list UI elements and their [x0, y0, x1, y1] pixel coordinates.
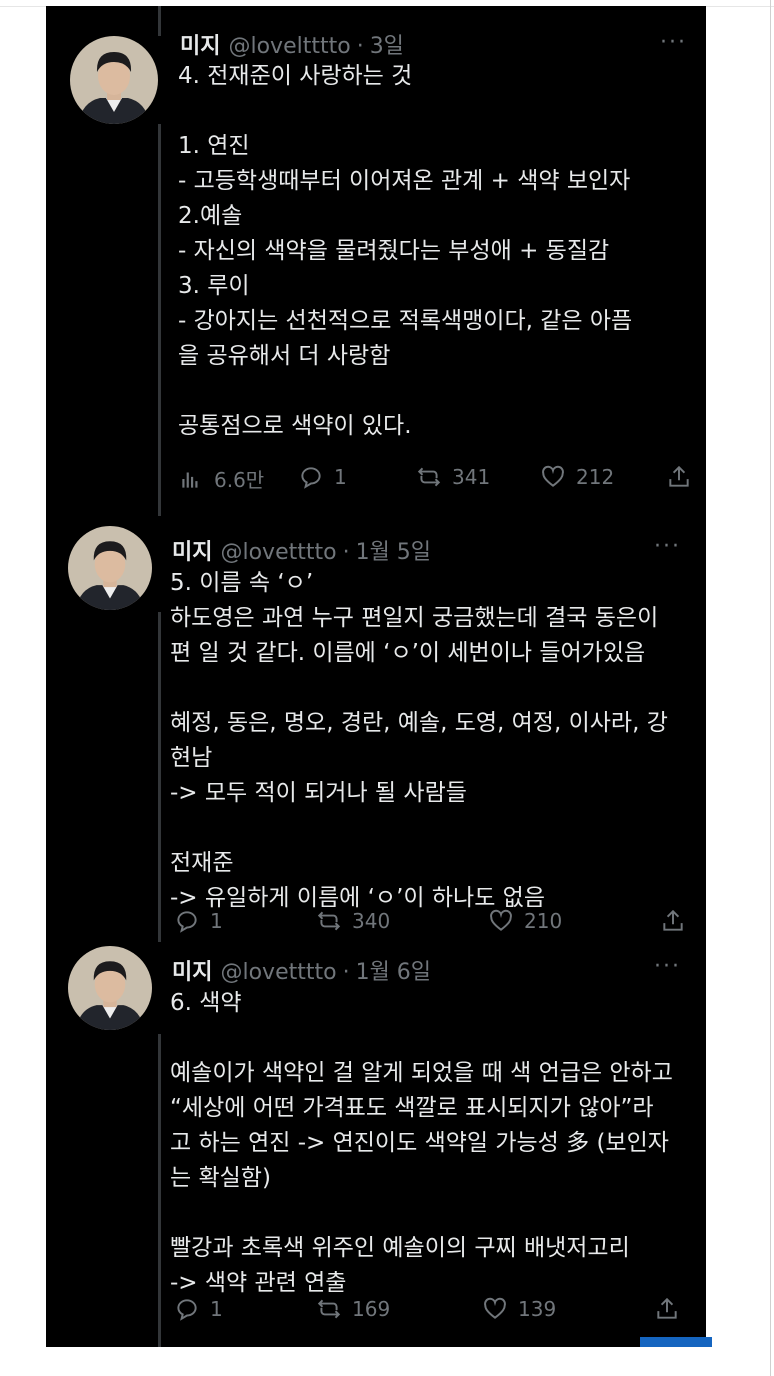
reply-count: 1: [210, 1297, 223, 1321]
like-count: 139: [518, 1297, 557, 1321]
share-icon: [663, 909, 683, 931]
separator-dot: ·: [342, 960, 350, 985]
retweet-button[interactable]: 341: [416, 464, 490, 490]
tweet-header: 미지 @lovetttto · 1월 6일: [172, 954, 431, 986]
retweet-icon: [317, 911, 341, 931]
like-button[interactable]: 139: [482, 1296, 556, 1322]
retweet-count: 340: [352, 909, 391, 933]
like-count: 210: [524, 909, 563, 933]
timestamp[interactable]: 1월 5일: [356, 534, 431, 566]
heart-icon: [484, 1297, 506, 1319]
timestamp[interactable]: 3일: [370, 28, 404, 60]
retweet-button[interactable]: 169: [316, 1296, 390, 1322]
reply-icon: [301, 467, 321, 489]
tweet-text: 6. 색약 예솔이가 색약인 걸 알게 되었을 때 색 언급은 안하고 “세상에…: [170, 990, 673, 1296]
avatar[interactable]: [68, 946, 152, 1030]
user-handle[interactable]: @lovetttto: [220, 540, 336, 565]
reply-count: 1: [334, 465, 347, 489]
separator-dot: ·: [356, 34, 364, 59]
retweet-icon: [417, 467, 441, 487]
share-icon: [669, 465, 689, 487]
more-options-button[interactable]: ···: [654, 534, 681, 559]
share-button[interactable]: [666, 464, 692, 494]
display-name[interactable]: 미지: [172, 534, 212, 566]
share-button[interactable]: [660, 908, 686, 938]
like-button[interactable]: 212: [540, 464, 614, 490]
heart-icon: [542, 465, 564, 487]
user-handle[interactable]: @loveltttto: [228, 34, 350, 59]
display-name[interactable]: 미지: [172, 954, 212, 986]
page-right-border: [770, 0, 771, 1376]
tweet-header: 미지 @loveltttto · 3일: [180, 28, 404, 60]
like-button[interactable]: 210: [488, 908, 562, 934]
retweet-icon: [317, 1299, 341, 1319]
reply-icon: [177, 1299, 197, 1321]
reply-button[interactable]: 1: [174, 908, 223, 934]
views-icon: [182, 472, 198, 488]
more-options-button[interactable]: ···: [660, 30, 687, 55]
tweet-actions: 1 169 139: [170, 1292, 690, 1332]
tweet[interactable]: 미지 @lovetttto · 1월 5일 ··· 5. 이름 속 ‘ㅇ’ 하도…: [46, 516, 706, 936]
reply-icon: [177, 911, 197, 933]
tweet-text: 4. 전재준이 사랑하는 것 1. 연진 - 고등학생때부터 이어져온 관계 +…: [178, 63, 633, 439]
share-button[interactable]: [654, 1296, 680, 1326]
accent-bar: [640, 1337, 712, 1347]
more-options-button[interactable]: ···: [654, 954, 681, 979]
retweet-button[interactable]: 340: [316, 908, 390, 934]
retweet-count: 341: [452, 465, 491, 489]
reply-count: 1: [210, 909, 223, 933]
share-icon: [657, 1297, 677, 1319]
reply-button[interactable]: 1: [298, 464, 347, 490]
separator-dot: ·: [342, 540, 350, 565]
heart-icon: [490, 909, 512, 931]
display-name[interactable]: 미지: [180, 28, 220, 60]
tweet-actions: 6.6만 1 341 212: [178, 458, 698, 498]
views-button[interactable]: 6.6만: [178, 464, 264, 493]
user-handle[interactable]: @lovetttto: [220, 960, 336, 985]
tweet[interactable]: 미지 @lovetttto · 1월 6일 ··· 6. 색약 예솔이가 색약인…: [46, 936, 706, 1347]
views-count: 6.6만: [214, 468, 265, 492]
like-count: 212: [576, 465, 615, 489]
avatar[interactable]: [68, 526, 152, 610]
tweet-header: 미지 @lovetttto · 1월 5일: [172, 534, 431, 566]
tweet-text: 5. 이름 속 ‘ㅇ’ 하도영은 과연 누구 편일지 궁금했는데 결국 동은이 …: [170, 570, 668, 911]
reply-button[interactable]: 1: [174, 1296, 223, 1322]
retweet-count: 169: [352, 1297, 391, 1321]
timestamp[interactable]: 1월 6일: [356, 954, 431, 986]
tweet[interactable]: 미지 @loveltttto · 3일 ··· 4. 전재준이 사랑하는 것 1…: [46, 6, 706, 516]
tweet-thread: 미지 @loveltttto · 3일 ··· 4. 전재준이 사랑하는 것 1…: [46, 6, 706, 1347]
avatar[interactable]: [70, 36, 158, 124]
